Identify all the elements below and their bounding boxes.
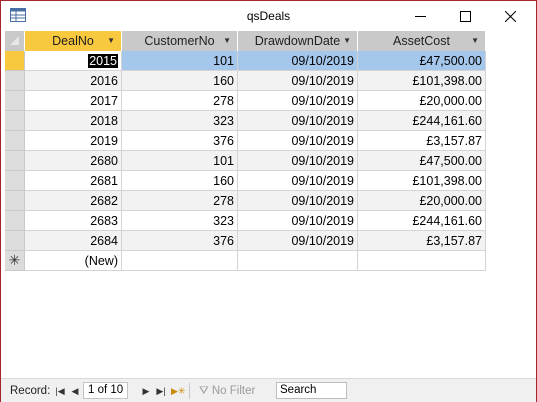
record-selector[interactable] xyxy=(5,51,25,71)
cell-customerno[interactable]: 101 xyxy=(122,151,238,171)
column-header-label: DealNo xyxy=(52,34,94,48)
new-record-icon[interactable]: ▶✳ xyxy=(171,383,185,399)
table-row[interactable]: 2015 101 09/10/2019 £47,500.00 xyxy=(5,51,486,71)
table-row[interactable]: 2017 278 09/10/2019 £20,000.00 xyxy=(5,91,486,111)
close-icon[interactable] xyxy=(487,1,533,31)
cell-drawdowndate[interactable]: 09/10/2019 xyxy=(238,151,358,171)
cell-dealno[interactable]: 2017 xyxy=(25,91,122,111)
record-selector[interactable] xyxy=(5,71,25,91)
record-navigation-bar: Record: |◀ ◀ 1 of 10 ▶ ▶| ▶✳ ⛛ No Filter… xyxy=(1,378,536,402)
cell-drawdowndate[interactable]: 09/10/2019 xyxy=(238,171,358,191)
cell-drawdowndate[interactable]: 09/10/2019 xyxy=(238,111,358,131)
cell-drawdowndate-new[interactable] xyxy=(238,251,358,271)
no-filter-label: No Filter xyxy=(211,385,256,397)
cell-assetcost[interactable]: £3,157.87 xyxy=(358,131,486,151)
cell-customerno[interactable]: 160 xyxy=(122,71,238,91)
table-row[interactable]: 2684 376 09/10/2019 £3,157.87 xyxy=(5,231,486,251)
column-dropdown-icon[interactable]: ▼ xyxy=(107,31,115,51)
cell-customerno[interactable]: 376 xyxy=(122,231,238,251)
column-header-label: DrawdownDate xyxy=(254,34,341,48)
cell-dealno[interactable]: 2680 xyxy=(25,151,122,171)
record-selector[interactable] xyxy=(5,211,25,231)
cell-dealno[interactable]: 2681 xyxy=(25,171,122,191)
record-selector[interactable] xyxy=(5,111,25,131)
column-header-customerno[interactable]: CustomerNo ▼ xyxy=(122,31,238,51)
cell-customerno[interactable]: 323 xyxy=(122,111,238,131)
cell-assetcost[interactable]: £101,398.00 xyxy=(358,71,486,91)
query-window: qsDeals DealNo ▼ CustomerNo ▼ DrawdownDa… xyxy=(0,0,537,402)
cell-assetcost[interactable]: £3,157.87 xyxy=(358,231,486,251)
title-bar[interactable]: qsDeals xyxy=(1,1,536,31)
cell-assetcost[interactable]: £47,500.00 xyxy=(358,151,486,171)
column-header-drawdowndate[interactable]: DrawdownDate ▼ xyxy=(238,31,358,51)
cell-dealno[interactable]: 2019 xyxy=(25,131,122,151)
table-row[interactable]: 2683 323 09/10/2019 £244,161.60 xyxy=(5,211,486,231)
column-header-label: AssetCost xyxy=(393,34,450,48)
cell-customerno[interactable]: 101 xyxy=(122,51,238,71)
table-row[interactable]: 2018 323 09/10/2019 £244,161.60 xyxy=(5,111,486,131)
filter-icon: ⛛ xyxy=(199,385,212,397)
cell-assetcost[interactable]: £47,500.00 xyxy=(358,51,486,71)
select-all-corner[interactable] xyxy=(5,31,25,51)
cell-dealno[interactable]: 2683 xyxy=(25,211,122,231)
record-selector[interactable] xyxy=(5,151,25,171)
record-selector[interactable] xyxy=(5,171,25,191)
record-selector[interactable] xyxy=(5,191,25,211)
column-header-assetcost[interactable]: AssetCost ▼ xyxy=(358,31,486,51)
cell-drawdowndate[interactable]: 09/10/2019 xyxy=(238,71,358,91)
cell-dealno[interactable]: 2015 xyxy=(25,51,122,71)
cell-customerno[interactable]: 323 xyxy=(122,211,238,231)
cell-customerno[interactable]: 160 xyxy=(122,171,238,191)
record-selector[interactable] xyxy=(5,131,25,151)
cell-dealno[interactable]: 2682 xyxy=(25,191,122,211)
cell-dealno[interactable]: 2684 xyxy=(25,231,122,251)
record-selector[interactable] xyxy=(5,91,25,111)
last-record-icon[interactable]: ▶| xyxy=(155,383,167,399)
cell-drawdowndate[interactable]: 09/10/2019 xyxy=(238,131,358,151)
new-record-row[interactable]: ✳ (New) xyxy=(5,251,486,271)
table-row[interactable]: 2016 160 09/10/2019 £101,398.00 xyxy=(5,71,486,91)
table-row[interactable]: 2680 101 09/10/2019 £47,500.00 xyxy=(5,151,486,171)
column-dropdown-icon[interactable]: ▼ xyxy=(471,31,479,51)
column-dropdown-icon[interactable]: ▼ xyxy=(223,31,231,51)
cell-drawdowndate[interactable]: 09/10/2019 xyxy=(238,211,358,231)
cell-customerno-new[interactable] xyxy=(122,251,238,271)
cell-assetcost-new[interactable] xyxy=(358,251,486,271)
record-selector[interactable] xyxy=(5,231,25,251)
cell-assetcost[interactable]: £244,161.60 xyxy=(358,111,486,131)
record-label: Record: xyxy=(10,385,51,397)
cell-assetcost[interactable]: £20,000.00 xyxy=(358,191,486,211)
cell-drawdowndate[interactable]: 09/10/2019 xyxy=(238,191,358,211)
cell-dealno-new[interactable]: (New) xyxy=(25,251,122,271)
search-input[interactable]: Search xyxy=(276,382,347,399)
table-row[interactable]: 2681 160 09/10/2019 £101,398.00 xyxy=(5,171,486,191)
current-record-input[interactable]: 1 of 10 xyxy=(83,382,128,399)
next-record-icon[interactable]: ▶ xyxy=(140,383,152,399)
maximize-icon[interactable] xyxy=(442,1,488,31)
no-filter-button[interactable]: ⛛ No Filter xyxy=(199,383,255,399)
previous-record-icon[interactable]: ◀ xyxy=(69,383,81,399)
table-row[interactable]: 2019 376 09/10/2019 £3,157.87 xyxy=(5,131,486,151)
separator xyxy=(189,383,190,399)
cell-customerno[interactable]: 376 xyxy=(122,131,238,151)
cell-customerno[interactable]: 278 xyxy=(122,91,238,111)
cell-drawdowndate[interactable]: 09/10/2019 xyxy=(238,51,358,71)
cell-value: 2015 xyxy=(88,54,118,68)
first-record-icon[interactable]: |◀ xyxy=(54,383,66,399)
cell-drawdowndate[interactable]: 09/10/2019 xyxy=(238,231,358,251)
column-header-label: CustomerNo xyxy=(144,34,215,48)
cell-assetcost[interactable]: £101,398.00 xyxy=(358,171,486,191)
cell-customerno[interactable]: 278 xyxy=(122,191,238,211)
cell-assetcost[interactable]: £244,161.60 xyxy=(358,211,486,231)
new-record-icon[interactable]: ✳ xyxy=(5,251,25,271)
cell-drawdowndate[interactable]: 09/10/2019 xyxy=(238,91,358,111)
column-header-dealno[interactable]: DealNo ▼ xyxy=(25,31,122,51)
cell-assetcost[interactable]: £20,000.00 xyxy=(358,91,486,111)
cell-dealno[interactable]: 2016 xyxy=(25,71,122,91)
minimize-icon[interactable] xyxy=(397,1,443,31)
column-dropdown-icon[interactable]: ▼ xyxy=(343,31,351,51)
cell-dealno[interactable]: 2018 xyxy=(25,111,122,131)
table-row[interactable]: 2682 278 09/10/2019 £20,000.00 xyxy=(5,191,486,211)
